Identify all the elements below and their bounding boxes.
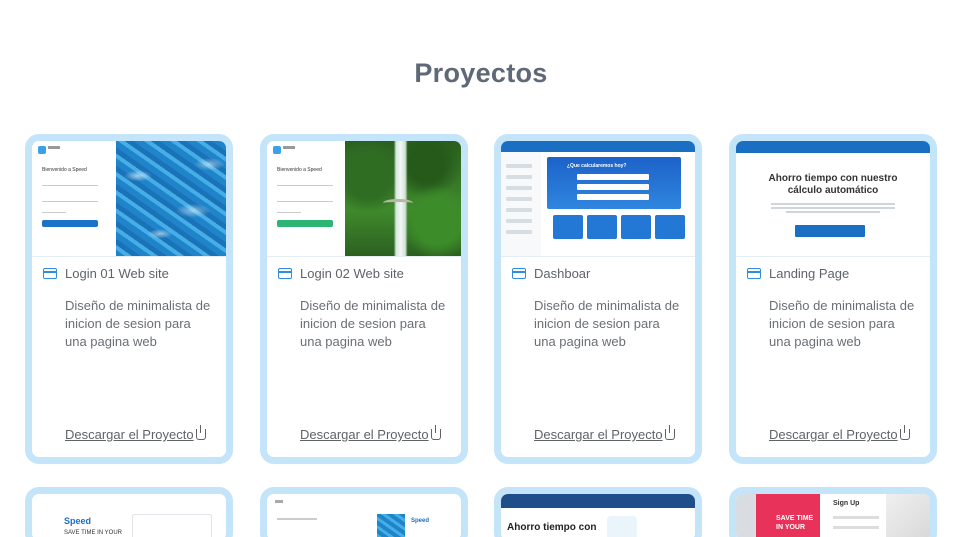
card-title: Login 01 Web site xyxy=(65,266,169,281)
project-thumbnail: Ahorro tiempo con nuestro cálculo automá… xyxy=(736,141,930,257)
thumb-subheading: SAVE TIME IN YOUR xyxy=(776,515,814,531)
download-project-link[interactable]: Descargar el Proyecto xyxy=(300,425,441,442)
project-card: SAVE TIME IN YOUR Sign Up xyxy=(729,487,937,537)
download-project-link[interactable]: Descargar el Proyecto xyxy=(769,425,910,442)
download-icon xyxy=(195,425,206,440)
download-icon xyxy=(899,425,910,440)
project-card-login-01: Bienvenido a Speed Login 01 Web site Dis… xyxy=(25,134,233,464)
thumb-heading: Ahorro tiempo con xyxy=(507,522,597,533)
thumb-heading: Bienvenido a Speed xyxy=(277,167,322,173)
card-title: Dashboar xyxy=(534,266,591,281)
page-title: Proyectos xyxy=(414,58,548,88)
project-card: Speed SAVE TIME IN YOUR xyxy=(25,487,233,537)
download-icon xyxy=(430,425,441,440)
credit-card-icon xyxy=(278,268,292,279)
project-thumbnail: ¿Que calcularemos hoy? xyxy=(501,141,695,257)
card-description: Diseño de minimalista de inicion de sesi… xyxy=(300,298,446,349)
card-title: Login 02 Web site xyxy=(300,266,404,281)
thumb-heading: ¿Que calcularemos hoy? xyxy=(567,163,627,169)
project-card: Ahorro tiempo con xyxy=(494,487,702,537)
credit-card-icon xyxy=(747,268,761,279)
thumb-heading: Bienvenido a Speed xyxy=(42,167,87,173)
download-icon xyxy=(664,425,675,440)
project-thumbnail: Bienvenido a Speed xyxy=(32,141,226,257)
project-card-landing-page: Ahorro tiempo con nuestro cálculo automá… xyxy=(729,134,937,464)
thumb-heading: Sign Up xyxy=(833,500,860,507)
project-card-login-02: Bienvenido a Speed Login 02 Web site Dis… xyxy=(260,134,468,464)
credit-card-icon xyxy=(512,268,526,279)
thumb-heading: Ahorro tiempo con nuestro cálculo automá… xyxy=(768,173,898,196)
credit-card-icon xyxy=(43,268,57,279)
card-title: Landing Page xyxy=(769,266,850,281)
card-description: Diseño de minimalista de inicion de sesi… xyxy=(534,298,680,349)
thumb-heading: Speed xyxy=(64,516,92,526)
download-project-link[interactable]: Descargar el Proyecto xyxy=(534,425,675,442)
thumb-subheading: SAVE TIME IN YOUR xyxy=(64,530,123,536)
project-card: Speed xyxy=(260,487,468,537)
thumb-heading: Speed xyxy=(411,518,430,524)
card-description: Diseño de minimalista de inicion de sesi… xyxy=(65,298,211,349)
card-description: Diseño de minimalista de inicion de sesi… xyxy=(769,298,915,349)
project-card-dashboard: ¿Que calcularemos hoy? Dashboar Diseño d… xyxy=(494,134,702,464)
project-thumbnail: Bienvenido a Speed xyxy=(267,141,461,257)
download-project-link[interactable]: Descargar el Proyecto xyxy=(65,425,206,442)
